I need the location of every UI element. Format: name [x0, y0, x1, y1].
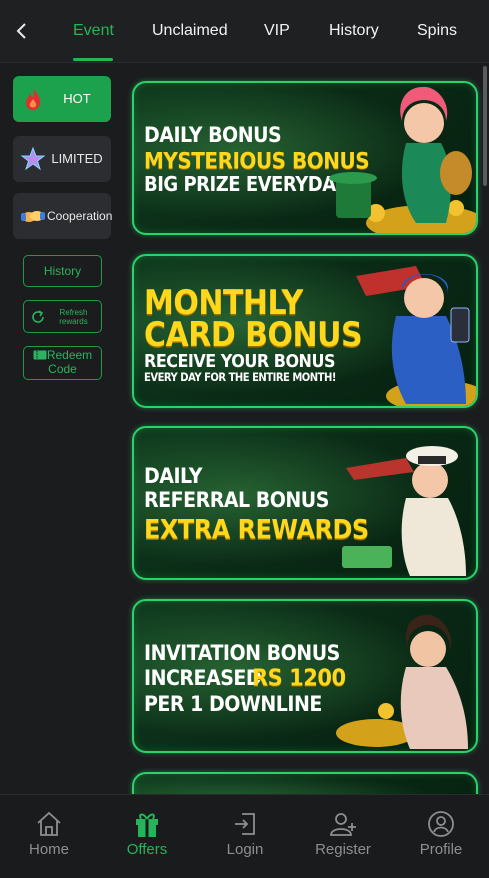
- refresh-icon: [32, 309, 44, 323]
- tab-unclaimed[interactable]: Unclaimed: [152, 22, 228, 40]
- category-cooperation-button[interactable]: Cooperation: [13, 193, 112, 239]
- top-tab-bar: Event Unclaimed VIP History Spins: [0, 0, 489, 63]
- nav-home-label: Home: [28, 841, 69, 858]
- nav-login-label: Login: [226, 841, 264, 858]
- flame-icon: [26, 88, 41, 110]
- star-icon: [20, 146, 46, 171]
- banner-line: DAILY BONUS: [144, 123, 282, 148]
- nav-profile[interactable]: Profile: [396, 809, 486, 858]
- character-with-coins-image: [329, 86, 476, 233]
- banner-line: DAILY: [144, 464, 202, 489]
- banner-line: REFERRAL BONUS: [144, 488, 329, 513]
- redeem-code-label: Redeem Code: [46, 348, 93, 376]
- banner-invitation-bonus[interactable]: INVITATION BONUS INCREASED RS 1200 PER 1…: [132, 599, 478, 753]
- refresh-rewards-label: Refresh rewards: [59, 307, 88, 326]
- pilot-character-image: [356, 266, 476, 406]
- active-tab-indicator: [73, 58, 113, 61]
- banner-line: INCREASED: [144, 666, 262, 691]
- officer-character-image: [342, 446, 466, 576]
- banner-daily-bonus[interactable]: DAILY BONUS MYSTERIOUS BONUS BIG PRIZE E…: [132, 81, 478, 235]
- ticket-icon: [33, 350, 47, 360]
- tab-spins[interactable]: Spins: [417, 22, 457, 40]
- category-sidebar: HOT LIMITED Cooperation History Refresh …: [0, 63, 124, 793]
- banner-monthly-card[interactable]: MONTHLY CARD BONUS RECEIVE YOUR BONUS EV…: [132, 254, 478, 408]
- tab-event[interactable]: Event: [73, 22, 114, 40]
- profile-icon: [428, 811, 454, 837]
- back-icon[interactable]: [14, 22, 30, 40]
- category-limited-button[interactable]: LIMITED: [13, 136, 111, 182]
- banner-line: PER 1 DOWNLINE: [144, 692, 322, 717]
- add-user-icon: [330, 813, 356, 836]
- refresh-rewards-button[interactable]: Refresh rewards: [23, 300, 102, 333]
- gift-icon: [136, 813, 158, 837]
- nav-profile-label: Profile: [419, 841, 463, 858]
- login-icon: [235, 813, 255, 835]
- nav-offers[interactable]: Offers: [102, 809, 192, 858]
- nav-home[interactable]: Home: [4, 809, 94, 858]
- nav-register-label: Register: [315, 841, 371, 858]
- nav-offers-label: Offers: [126, 841, 168, 858]
- banner-daily-referral[interactable]: DAILY REFERRAL BONUS EXTRA REWARDS: [132, 426, 478, 580]
- category-limited-label: LIMITED: [51, 151, 103, 166]
- invitation-character-image: [336, 614, 468, 749]
- scrollbar[interactable]: [483, 66, 487, 186]
- category-hot-button[interactable]: HOT: [13, 76, 111, 122]
- nav-register[interactable]: Register: [298, 809, 388, 858]
- nav-login[interactable]: Login: [200, 809, 290, 858]
- home-icon: [37, 811, 61, 836]
- handshake-icon: [21, 211, 45, 222]
- tab-vip[interactable]: VIP: [264, 22, 290, 40]
- redeem-code-button[interactable]: Redeem Code: [23, 346, 102, 380]
- category-hot-label: HOT: [63, 91, 91, 106]
- tab-history[interactable]: History: [329, 22, 379, 40]
- bottom-nav-bar: Home Offers Login Register Profile: [0, 794, 489, 878]
- category-cooperation-label: Cooperation: [47, 209, 113, 223]
- history-button[interactable]: History: [23, 255, 102, 287]
